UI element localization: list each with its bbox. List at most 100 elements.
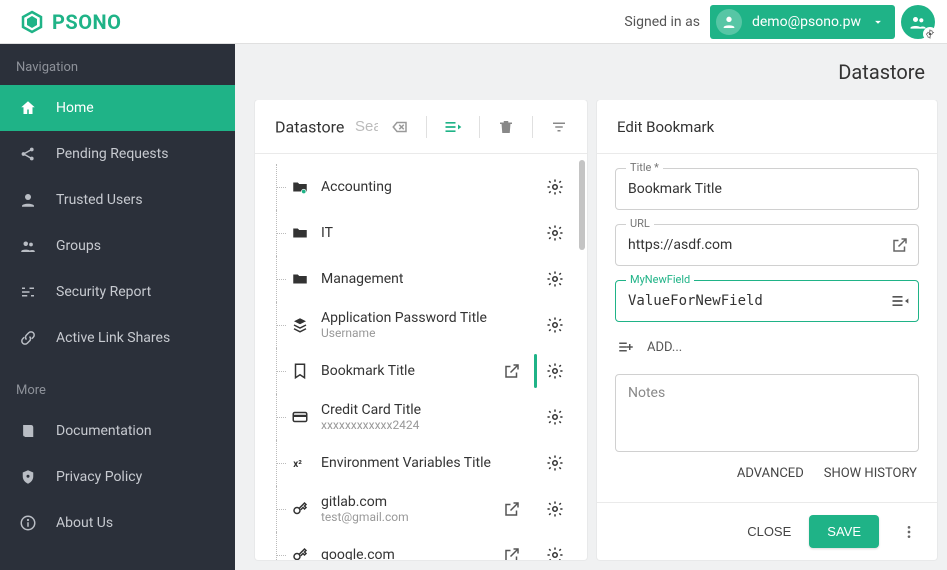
tree-item-title: Accounting [321,179,526,195]
equalizer-icon [18,283,38,301]
field-menu-button[interactable] [882,283,918,319]
show-history-link[interactable]: SHOW HISTORY [824,466,917,481]
item-settings-button[interactable] [541,219,569,247]
item-settings-button[interactable] [541,541,569,560]
chevron-down-icon [871,15,885,29]
open-item-button[interactable] [498,541,526,560]
brand-logo[interactable]: PSONO [20,10,121,34]
open-item-button[interactable] [498,495,526,523]
sidebar-item-home[interactable]: Home [0,85,235,131]
tree-row[interactable]: IT [255,210,579,256]
item-settings-button[interactable] [541,173,569,201]
sidebar-item-active-link-shares[interactable]: Active Link Shares [0,315,235,361]
field-custom-label: MyNewField [626,273,694,286]
content-area: Datastore Datastore [235,44,947,570]
sidebar-item-privacy-policy[interactable]: Privacy Policy [0,454,235,500]
close-button[interactable]: CLOSE [747,524,791,539]
sidebar-heading-more: More [0,361,235,408]
tree-item-subtitle: test@gmail.com [321,510,498,524]
item-settings-button[interactable] [541,403,569,431]
sidebar-item-label: Documentation [56,423,152,439]
trash-button[interactable] [492,113,520,141]
open-item-button[interactable] [498,357,526,385]
item-settings-button[interactable] [541,495,569,523]
sidebar-item-groups[interactable]: Groups [0,223,235,269]
tree-row[interactable]: x² Environment Variables Title [255,440,579,486]
field-url: URL [615,224,919,266]
sidebar-item-trusted-users[interactable]: Trusted Users [0,177,235,223]
advanced-link[interactable]: ADVANCED [737,466,804,481]
tree-row[interactable]: Application Password Title Username [255,302,579,348]
home-icon [18,99,38,117]
more-actions-button[interactable] [897,520,921,544]
sidebar: Navigation Home Pending Requests Trusted U… [0,44,235,570]
user-menu[interactable]: demo@psono.pw [710,5,895,39]
title-input[interactable] [616,169,918,209]
sidebar-item-label: Security Report [56,284,151,300]
logo-icon [20,10,44,34]
tree-item-title: Environment Variables Title [321,455,526,471]
app-icon [289,316,311,334]
person-icon [18,191,38,209]
search-input[interactable] [275,118,378,135]
sidebar-item-label: Privacy Policy [56,469,142,485]
tree-row[interactable]: google.com [255,532,579,560]
page-title: Datastore [838,60,925,84]
group-icon [18,237,38,255]
add-field-label: ADD... [647,340,682,355]
sidebar-item-label: Home [56,100,94,116]
datastore-panel: Datastore [255,100,587,560]
tree-item-title: Application Password Title [321,310,526,326]
item-settings-button[interactable] [541,449,569,477]
url-input[interactable] [616,225,882,265]
tree-row[interactable]: gitlab.com test@gmail.com [255,486,579,532]
tree-row[interactable]: Accounting [255,164,579,210]
key-icon [289,500,311,518]
custom-input[interactable] [616,281,882,321]
tree-item-subtitle: Username [321,326,526,340]
item-settings-button[interactable] [541,357,569,385]
item-settings-button[interactable] [541,265,569,293]
team-settings-button[interactable] [901,5,935,39]
user-email: demo@psono.pw [752,14,861,30]
scrollbar[interactable] [579,160,585,250]
svg-text:x²: x² [293,459,302,470]
tree-item-title: gitlab.com [321,494,498,510]
sidebar-item-documentation[interactable]: Documentation [0,408,235,454]
sidebar-item-about-us[interactable]: About Us [0,500,235,546]
link-icon [18,329,38,347]
sidebar-item-label: Pending Requests [56,146,168,162]
item-settings-button[interactable] [541,311,569,339]
tree-row[interactable]: Management [255,256,579,302]
book-icon [18,422,38,440]
env-icon: x² [289,454,311,472]
edit-panel-title: Edit Bookmark [597,100,937,154]
new-item-button[interactable] [439,113,467,141]
clear-search-button[interactable] [386,113,414,141]
filter-button[interactable] [545,113,573,141]
folder-icon [289,270,311,288]
sidebar-item-pending-requests[interactable]: Pending Requests [0,131,235,177]
field-url-label: URL [626,217,654,230]
tree-item-title: Bookmark Title [321,363,498,379]
add-icon [617,338,635,356]
bookmark-icon [289,362,311,380]
signed-in-label: Signed in as [624,14,700,30]
add-field-button[interactable]: ADD... [615,336,919,366]
sidebar-heading-nav: Navigation [0,44,235,85]
gear-icon [923,27,937,41]
open-url-button[interactable] [882,227,918,263]
sidebar-item-security-report[interactable]: Security Report [0,269,235,315]
tree-item-subtitle: xxxxxxxxxxxx2424 [321,418,526,432]
field-custom: MyNewField [615,280,919,322]
notes-label: Notes [628,385,665,401]
save-button[interactable]: SAVE [809,515,879,548]
sidebar-item-label: Groups [56,238,101,254]
notes-field[interactable]: Notes [615,374,919,452]
field-title-label: Title * [626,161,663,174]
tree-row[interactable]: Credit Card Title xxxxxxxxxxxx2424 [255,394,579,440]
tree-item-title: IT [321,225,526,241]
tree-row[interactable]: Bookmark Title [255,348,579,394]
share-icon [18,145,38,163]
app-header: PSONO Signed in as demo@psono.pw [0,0,947,44]
